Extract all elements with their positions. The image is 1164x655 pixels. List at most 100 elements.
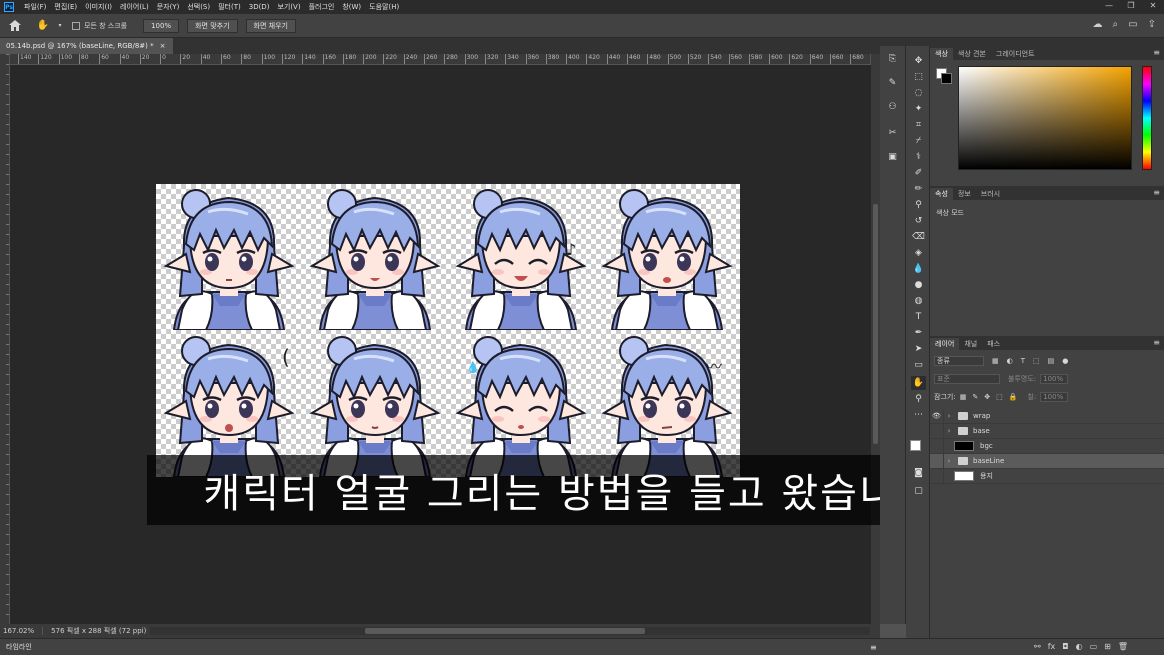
color-panel-menu-icon[interactable]: ≡ (1153, 48, 1160, 57)
fit-screen-button[interactable]: 화면 맞추기 (187, 18, 238, 33)
vertical-scrollbar[interactable] (871, 54, 880, 624)
horizontal-scrollbar[interactable] (150, 627, 870, 635)
lock-all-icon[interactable]: 🔒 (1009, 393, 1018, 401)
move-tool-icon[interactable]: ✥ (911, 54, 926, 68)
chevron-right-icon[interactable]: › (944, 412, 954, 420)
brush-tool-icon[interactable]: ✐ (911, 166, 926, 180)
menu-edit[interactable]: 편집(E) (50, 2, 81, 12)
tab-color[interactable]: 색상 (930, 48, 953, 60)
tab-channels[interactable]: 채널 (959, 338, 982, 350)
bg-color-chip[interactable] (941, 73, 952, 84)
filter-smart-icon[interactable]: ▤ (1048, 357, 1055, 365)
minimize-button[interactable]: — (1098, 0, 1120, 14)
document-tab[interactable]: 05.14b.psd @ 167% (baseLine, RGB/8#) * × (0, 38, 174, 54)
tab-swatches[interactable]: 색상 견본 (953, 48, 991, 60)
filter-adjust-icon[interactable]: ◐ (1007, 357, 1013, 365)
more-tools-icon[interactable]: ⋯ (911, 408, 926, 422)
hue-slider[interactable] (1142, 66, 1152, 170)
layers-panel-menu-icon[interactable]: ≡ (1153, 338, 1160, 347)
zoom-value-button[interactable]: 100% (143, 18, 180, 33)
share-icon[interactable]: ⇪ (1148, 19, 1156, 30)
tab-info[interactable]: 정보 (953, 188, 976, 200)
menu-select[interactable]: 선택(S) (183, 2, 214, 12)
lock-move-icon[interactable]: ✥ (984, 393, 990, 401)
eye-icon[interactable]: 👁 (930, 408, 944, 424)
fill-input[interactable]: 100% (1040, 392, 1069, 402)
menu-filter[interactable]: 필터(T) (214, 2, 245, 12)
close-tab-icon[interactable]: × (160, 42, 166, 50)
foreground-color-swatch[interactable] (910, 440, 921, 451)
eyedropper-tool-icon[interactable]: ⌿ (911, 134, 926, 148)
link-icon[interactable]: ⚯ (1034, 642, 1041, 651)
type-tool-icon[interactable]: T (911, 310, 926, 324)
clone-stamp-tool-icon[interactable]: ⚲ (911, 198, 926, 212)
visibility-toggle[interactable] (930, 423, 944, 439)
opacity-input[interactable]: 100% (1040, 374, 1069, 384)
hand-tool-preset-icon[interactable]: ✋ (30, 14, 56, 38)
pen-tool-icon[interactable]: ✒ (911, 326, 926, 340)
menu-view[interactable]: 보기(V) (273, 2, 304, 12)
path-selection-tool-icon[interactable]: ➤ (911, 342, 926, 356)
filter-pixel-icon[interactable]: ▦ (992, 357, 999, 365)
chevron-right-icon[interactable]: › (944, 427, 954, 435)
group-icon[interactable]: ▭ (1090, 642, 1098, 651)
marquee-tool-icon[interactable]: ⬚ (911, 70, 926, 84)
adjustment-icon[interactable]: ◐ (1076, 642, 1083, 651)
filter-toggle-icon[interactable]: ● (1062, 357, 1068, 365)
filter-shape-icon[interactable]: ⬚ (1033, 357, 1040, 365)
fx-icon[interactable]: fx (1048, 642, 1056, 651)
home-icon[interactable] (0, 14, 30, 38)
visibility-toggle[interactable] (930, 438, 944, 454)
document-image[interactable]: ♪ ( 💧 〰 (156, 184, 740, 477)
menu-type[interactable]: 문자(Y) (153, 2, 184, 12)
layer-row-base[interactable]: › base (930, 423, 1164, 439)
hand-tool-icon[interactable]: ✋ (911, 376, 926, 390)
menu-plugins[interactable]: 플러그인 (305, 2, 339, 12)
menu-3d[interactable]: 3D(D) (245, 3, 274, 11)
magic-wand-tool-icon[interactable]: ✦ (911, 102, 926, 116)
lock-artboard-icon[interactable]: ⬚ (996, 393, 1003, 401)
properties-panel-menu-icon[interactable]: ≡ (1153, 188, 1160, 197)
chevron-right-icon[interactable]: › (944, 457, 954, 465)
timeline-panel-bar[interactable]: 타임라인 ≡ (0, 638, 1164, 655)
layer-row-bgc[interactable]: bgc (930, 438, 1164, 454)
layer-row-baseline[interactable]: › baseLine (930, 453, 1164, 469)
menu-window[interactable]: 창(W) (338, 2, 365, 12)
quick-mask-icon[interactable]: ◙ (911, 466, 926, 480)
eraser-tool-icon[interactable]: ⌫ (911, 230, 926, 244)
visibility-toggle[interactable] (930, 453, 944, 469)
tab-layers[interactable]: 레이어 (930, 338, 960, 350)
lock-paint-icon[interactable]: ✎ (972, 393, 978, 401)
canvas-workspace[interactable]: ♪ ( 💧 〰 (10, 65, 871, 624)
tab-paths[interactable]: 패스 (982, 338, 1005, 350)
visibility-toggle[interactable] (930, 468, 944, 484)
close-window-button[interactable]: ✕ (1142, 0, 1164, 14)
tool-presets-icon[interactable]: ✂ (885, 126, 900, 140)
rectangle-tool-icon[interactable]: ▭ (911, 358, 926, 372)
layer-row-wrap[interactable]: 👁 › wrap (930, 408, 1164, 424)
lasso-tool-icon[interactable]: ◌ (911, 86, 926, 100)
cloud-share-icon[interactable]: ☁ (1093, 19, 1103, 30)
layer-row-paper[interactable]: 용지 (930, 468, 1164, 484)
pencil-tool-icon[interactable]: ✏ (911, 182, 926, 196)
chevron-down-icon[interactable]: ▾ (56, 22, 64, 29)
filter-type-icon[interactable]: T (1021, 357, 1025, 365)
mask-icon[interactable]: ◘ (1062, 642, 1068, 651)
brush-settings-icon[interactable]: ✎ (885, 76, 900, 90)
sponge-tool-icon[interactable]: ◍ (911, 294, 926, 308)
paint-bucket-tool-icon[interactable]: ◈ (911, 246, 926, 260)
tab-brushes[interactable]: 브러시 (976, 188, 1005, 200)
fill-screen-button[interactable]: 화면 채우기 (245, 18, 296, 33)
menu-image[interactable]: 이미지(I) (81, 2, 116, 12)
search-icon[interactable]: ⌕ (1113, 19, 1119, 30)
history-panel-icon[interactable]: ⎘ (885, 52, 900, 66)
blend-mode-select[interactable]: 표준 (934, 374, 1000, 384)
history-brush-tool-icon[interactable]: ↺ (911, 214, 926, 228)
dodge-tool-icon[interactable]: ● (911, 278, 926, 292)
new-layer-icon[interactable]: ⊞ (1104, 642, 1111, 651)
menu-file[interactable]: 파일(F) (20, 2, 50, 12)
panel-collapse-bar[interactable] (880, 38, 1164, 46)
zoom-tool-icon[interactable]: ⚲ (911, 392, 926, 406)
screen-mode-icon[interactable]: ▢ (911, 484, 926, 498)
tab-gradients[interactable]: 그레이디언트 (991, 48, 1040, 60)
